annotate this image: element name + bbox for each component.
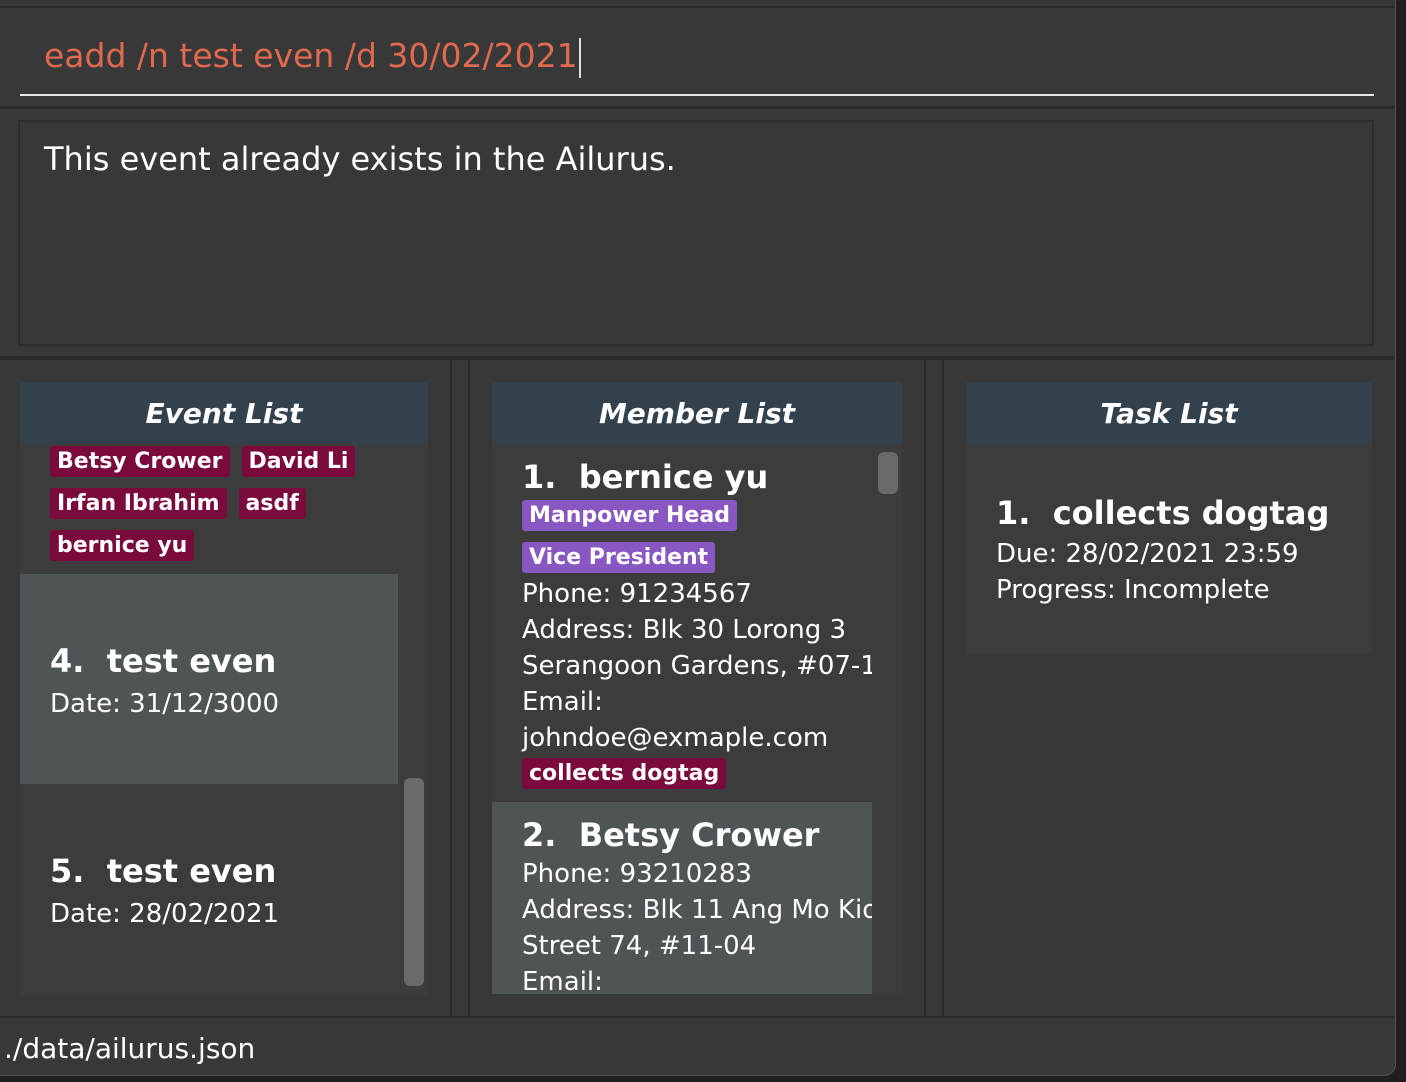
- member-list-scrollbar-thumb[interactable]: [878, 452, 898, 494]
- result-message: This event already exists in the Ailurus…: [44, 140, 676, 178]
- save-file-path: ./data/ailurus.json: [4, 1032, 256, 1065]
- member-list-header: Member List: [492, 382, 902, 444]
- member-tag: asdf: [238, 488, 306, 519]
- role-tag: Manpower Head: [522, 500, 737, 531]
- event-name: test even: [106, 852, 277, 890]
- member-name: bernice yu: [578, 458, 769, 496]
- role-tag: Vice President: [522, 542, 716, 573]
- member-list[interactable]: 1. bernice yu Manpower Head Vice Preside…: [492, 444, 872, 994]
- task-progress: Progress: Incomplete: [996, 575, 1270, 605]
- app-window: eadd /n test even /d 30/02/2021 This eve…: [0, 0, 1396, 1076]
- member-email-label: Email:: [522, 967, 603, 994]
- result-divider: [0, 356, 1395, 360]
- command-box[interactable]: eadd /n test even /d 30/02/2021: [20, 30, 1374, 96]
- event-index: 4.: [50, 642, 85, 680]
- member-tag: David Li: [241, 446, 356, 477]
- task-tag: collects dogtag: [522, 758, 727, 789]
- member-card[interactable]: 2. Betsy Crower Phone: 93210283 Address:…: [492, 802, 872, 994]
- event-index: 5.: [50, 852, 85, 890]
- member-phone: Phone: 91234567: [522, 579, 752, 609]
- command-divider: [0, 106, 1395, 109]
- event-list-header: Event List: [20, 382, 428, 444]
- panel-divider: [924, 360, 944, 1016]
- result-display: This event already exists in the Ailurus…: [18, 120, 1374, 346]
- text-caret: [578, 37, 581, 78]
- title-divider: [0, 6, 1395, 8]
- member-tag: bernice yu: [50, 530, 195, 561]
- member-address: Address: Blk 30 Lorong 3: [522, 615, 847, 645]
- task-due: Due: 28/02/2021 23:59: [996, 539, 1299, 569]
- member-tag: Irfan Ibrahim: [50, 488, 227, 519]
- member-list-scrollbar-track[interactable]: [872, 444, 902, 994]
- member-card-title: 2. Betsy Crower: [522, 816, 819, 854]
- event-name: test even: [106, 642, 277, 680]
- member-email: johndoe@exmaple.com: [522, 723, 829, 753]
- member-address-cont: Street 74, #11-04: [522, 931, 757, 961]
- event-date: Date: 31/12/3000: [50, 689, 280, 719]
- event-list-scrollbar-thumb[interactable]: [404, 778, 424, 986]
- member-address-cont: Serangoon Gardens, #07-18: [522, 651, 872, 681]
- task-card[interactable]: 1. collects dogtag Due: 28/02/2021 23:59…: [966, 444, 1372, 654]
- member-index: 1.: [522, 458, 557, 496]
- event-date: Date: 28/02/2021: [50, 899, 280, 929]
- command-input[interactable]: eadd /n test even /d 30/02/2021: [44, 36, 581, 78]
- member-index: 2.: [522, 816, 557, 854]
- event-card[interactable]: 4. test even Date: 31/12/3000: [20, 574, 398, 784]
- event-card-title: 4. test even: [50, 642, 276, 680]
- task-list[interactable]: 1. collects dogtag Due: 28/02/2021 23:59…: [966, 444, 1372, 994]
- command-input-text: eadd /n test even /d 30/02/2021: [44, 36, 578, 75]
- task-index: 1.: [996, 494, 1031, 532]
- status-bar: ./data/ailurus.json: [0, 1016, 1395, 1075]
- member-address: Address: Blk 11 Ang Mo Kio: [522, 895, 872, 925]
- member-email-label: Email:: [522, 687, 603, 717]
- panel-divider: [450, 360, 470, 1016]
- task-list-header: Task List: [966, 382, 1372, 444]
- member-phone: Phone: 93210283: [522, 859, 752, 889]
- task-name: collects dogtag: [1052, 494, 1330, 532]
- event-card-title: 5. test even: [50, 852, 276, 890]
- task-card-title: 1. collects dogtag: [996, 494, 1329, 532]
- member-name: Betsy Crower: [578, 816, 820, 854]
- member-card-title: 1. bernice yu: [522, 458, 768, 496]
- event-card[interactable]: 5. test even Date: 28/02/2021: [20, 784, 398, 994]
- member-card[interactable]: 1. bernice yu Manpower Head Vice Preside…: [492, 444, 872, 802]
- event-card-partial[interactable]: Betsy Crower David Li Irfan Ibrahim asdf b…: [20, 444, 398, 574]
- member-tag: Betsy Crower: [50, 446, 230, 477]
- event-list[interactable]: Betsy Crower David Li Irfan Ibrahim asdf b…: [20, 444, 398, 994]
